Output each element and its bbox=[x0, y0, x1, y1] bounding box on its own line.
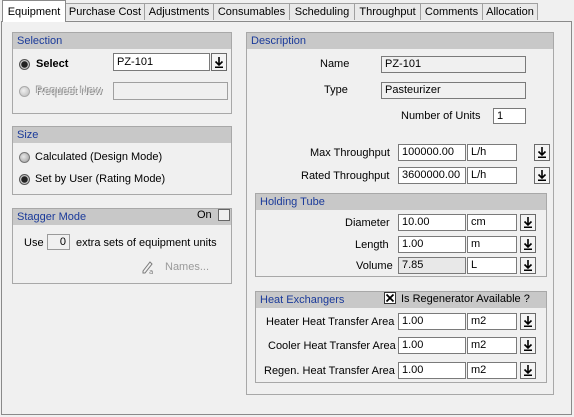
request-new-label: Request New bbox=[36, 85, 103, 97]
max-throughput-unit-dropdown[interactable] bbox=[534, 144, 550, 161]
diameter-field[interactable]: 10.00 bbox=[398, 214, 466, 231]
request-new-radio[interactable] bbox=[19, 86, 30, 97]
type-field[interactable]: Pasteurizer bbox=[381, 82, 526, 99]
arrow-down-icon bbox=[523, 239, 533, 250]
type-label: Type bbox=[324, 84, 348, 96]
cooler-area-unit-dropdown[interactable] bbox=[520, 337, 536, 354]
select-radio[interactable] bbox=[19, 59, 30, 70]
rated-throughput-label: Rated Throughput bbox=[301, 170, 390, 182]
tab-adjustments[interactable]: Adjustments bbox=[144, 3, 214, 20]
check-x-icon bbox=[385, 293, 395, 303]
arrow-down-icon bbox=[214, 57, 224, 68]
tab-comments[interactable]: Comments bbox=[420, 3, 483, 20]
tab-purchase-cost[interactable]: Purchase Cost bbox=[65, 3, 145, 20]
regen-area-unit-dropdown[interactable] bbox=[520, 362, 536, 379]
length-unit-field[interactable]: m bbox=[467, 236, 517, 253]
number-of-units-label: Number of Units bbox=[401, 110, 481, 122]
size-header: Size bbox=[13, 127, 231, 143]
volume-unit-field[interactable]: L bbox=[467, 257, 517, 274]
tab-strip: Equipment Purchase Cost Adjustments Cons… bbox=[0, 0, 574, 22]
length-label: Length bbox=[355, 239, 389, 251]
set-by-user-label: Set by User (Rating Mode) bbox=[35, 173, 166, 185]
tab-consumables[interactable]: Consumables bbox=[213, 3, 290, 20]
volume-unit-dropdown[interactable] bbox=[520, 257, 536, 274]
tab-throughput[interactable]: Throughput bbox=[354, 3, 421, 20]
max-throughput-field[interactable]: 100000.00 bbox=[398, 144, 466, 161]
select-equipment-field[interactable]: PZ-101 bbox=[113, 53, 210, 71]
max-throughput-unit-field[interactable]: L/h bbox=[467, 144, 517, 161]
heater-area-unit-dropdown[interactable] bbox=[520, 313, 536, 330]
extra-sets-label: extra sets of equipment units bbox=[76, 237, 217, 249]
holding-tube-header: Holding Tube bbox=[256, 194, 546, 210]
names-button[interactable]: Names... bbox=[165, 261, 209, 273]
name-label: Name bbox=[320, 58, 350, 70]
selection-header: Selection bbox=[13, 33, 231, 49]
name-field[interactable]: PZ-101 bbox=[381, 56, 526, 73]
heater-area-unit-field[interactable]: m2 bbox=[467, 313, 517, 330]
selection-group: Selection bbox=[12, 32, 232, 114]
arrow-down-icon bbox=[537, 170, 547, 181]
tab-scheduling[interactable]: Scheduling bbox=[289, 3, 355, 20]
diameter-label: Diameter bbox=[345, 217, 390, 229]
volume-label: Volume bbox=[356, 260, 393, 272]
regenerator-label: Is Regenerator Available ? bbox=[401, 293, 530, 305]
rated-throughput-unit-field[interactable]: L/h bbox=[467, 167, 517, 184]
arrow-down-icon bbox=[523, 260, 533, 271]
regen-area-field[interactable]: 1.00 bbox=[398, 362, 466, 379]
use-label: Use bbox=[24, 237, 44, 249]
rated-throughput-field[interactable]: 3600000.00 bbox=[398, 167, 466, 184]
select-dropdown-button[interactable] bbox=[211, 53, 227, 71]
stagger-on-label: On bbox=[197, 209, 212, 221]
select-label: Select bbox=[36, 58, 69, 70]
arrow-down-icon bbox=[523, 340, 533, 351]
length-unit-dropdown[interactable] bbox=[520, 236, 536, 253]
heater-area-label: Heater Heat Transfer Area bbox=[266, 316, 395, 328]
tab-allocation[interactable]: Allocation bbox=[482, 3, 538, 20]
stagger-on-checkbox[interactable] bbox=[218, 209, 230, 221]
max-throughput-label: Max Throughput bbox=[310, 147, 390, 159]
heater-area-field[interactable]: 1.00 bbox=[398, 313, 466, 330]
diameter-unit-dropdown[interactable] bbox=[520, 214, 536, 231]
set-by-user-radio[interactable] bbox=[19, 174, 30, 185]
arrow-down-icon bbox=[523, 217, 533, 228]
calculated-label: Calculated (Design Mode) bbox=[35, 151, 163, 163]
arrow-down-icon bbox=[537, 147, 547, 158]
cooler-area-label: Cooler Heat Transfer Area bbox=[268, 340, 396, 352]
number-of-units-field[interactable]: 1 bbox=[493, 108, 526, 124]
arrow-down-icon bbox=[523, 316, 533, 327]
diameter-unit-field[interactable]: cm bbox=[467, 214, 517, 231]
description-header: Description bbox=[247, 33, 553, 49]
regenerator-checkbox[interactable] bbox=[384, 292, 396, 304]
length-field[interactable]: 1.00 bbox=[398, 236, 466, 253]
pen-icon: a bbox=[140, 259, 156, 276]
volume-field: 7.85 bbox=[398, 257, 466, 274]
request-new-field[interactable] bbox=[113, 82, 228, 100]
regen-area-label: Regen. Heat Transfer Area bbox=[264, 365, 395, 377]
calculated-radio[interactable] bbox=[19, 152, 30, 163]
cooler-area-field[interactable]: 1.00 bbox=[398, 337, 466, 354]
stagger-count-field[interactable]: 0 bbox=[47, 234, 70, 250]
rated-throughput-unit-dropdown[interactable] bbox=[534, 167, 550, 184]
regen-area-unit-field[interactable]: m2 bbox=[467, 362, 517, 379]
arrow-down-icon bbox=[523, 365, 533, 376]
tab-equipment[interactable]: Equipment bbox=[2, 0, 66, 22]
cooler-area-unit-field[interactable]: m2 bbox=[467, 337, 517, 354]
svg-text:a: a bbox=[149, 268, 153, 275]
